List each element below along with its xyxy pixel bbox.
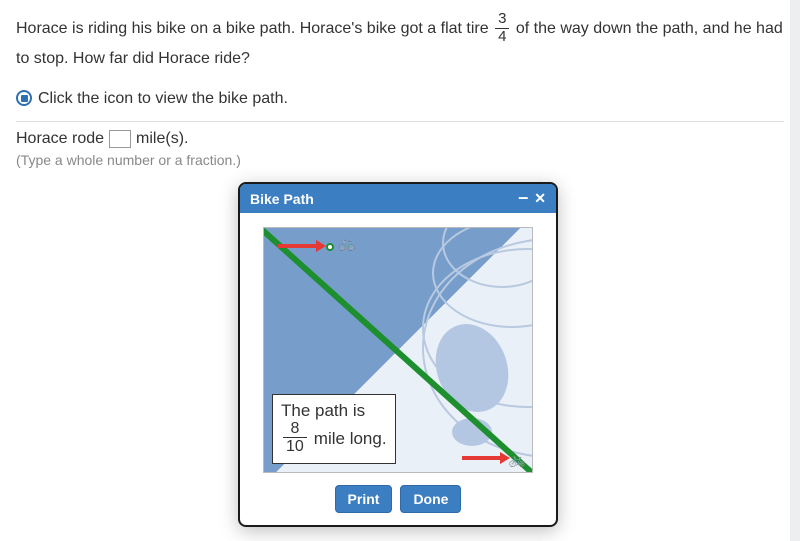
path-start-marker	[326, 243, 334, 251]
print-button[interactable]: Print	[335, 485, 393, 513]
direction-arrow-icon	[462, 456, 502, 460]
question-block: Horace is riding his bike on a bike path…	[16, 8, 784, 122]
map-container: 🚲 🚲 The path is 8 10 mile long.	[240, 213, 556, 481]
fraction-denominator: 4	[495, 29, 509, 46]
minimize-icon[interactable]: –	[518, 192, 528, 202]
popup-title-text: Bike Path	[250, 191, 314, 207]
callout-fraction-num: 8	[283, 420, 307, 439]
done-button[interactable]: Done	[400, 485, 461, 513]
popup-button-row: Print Done	[240, 481, 556, 515]
callout-suffix: mile long.	[314, 428, 387, 449]
answer-hint: (Type a whole number or a fraction.)	[16, 152, 784, 168]
callout-fraction-den: 10	[283, 438, 307, 456]
answer-input[interactable]	[109, 130, 131, 148]
callout-fraction: 8 10	[283, 420, 307, 456]
bike-path-map: 🚲 🚲 The path is 8 10 mile long.	[263, 227, 533, 473]
path-length-callout: The path is 8 10 mile long.	[272, 394, 396, 464]
callout-line1: The path is	[281, 400, 387, 421]
close-icon[interactable]: ✕	[534, 190, 546, 207]
view-icon-row: Click the icon to view the bike path.	[16, 86, 784, 112]
scrollbar-gutter	[790, 0, 800, 541]
answer-suffix: mile(s).	[136, 130, 188, 148]
bicycle-icon: 🚲	[338, 235, 355, 252]
answer-row: Horace rode mile(s).	[16, 122, 784, 150]
bike-path-popup: Bike Path – ✕ 🚲 🚲 The path is 8	[238, 182, 558, 527]
view-bike-path-icon[interactable]	[16, 90, 32, 106]
direction-arrow-icon	[278, 244, 318, 248]
answer-prefix: Horace rode	[16, 130, 104, 148]
view-icon-label: Click the icon to view the bike path.	[38, 86, 288, 112]
question-text-part1: Horace is riding his bike on a bike path…	[16, 20, 493, 37]
popup-titlebar[interactable]: Bike Path – ✕	[240, 184, 556, 213]
fraction-numerator: 3	[495, 11, 509, 29]
question-fraction: 3 4	[495, 11, 509, 45]
bicycle-icon: 🚲	[509, 451, 526, 468]
